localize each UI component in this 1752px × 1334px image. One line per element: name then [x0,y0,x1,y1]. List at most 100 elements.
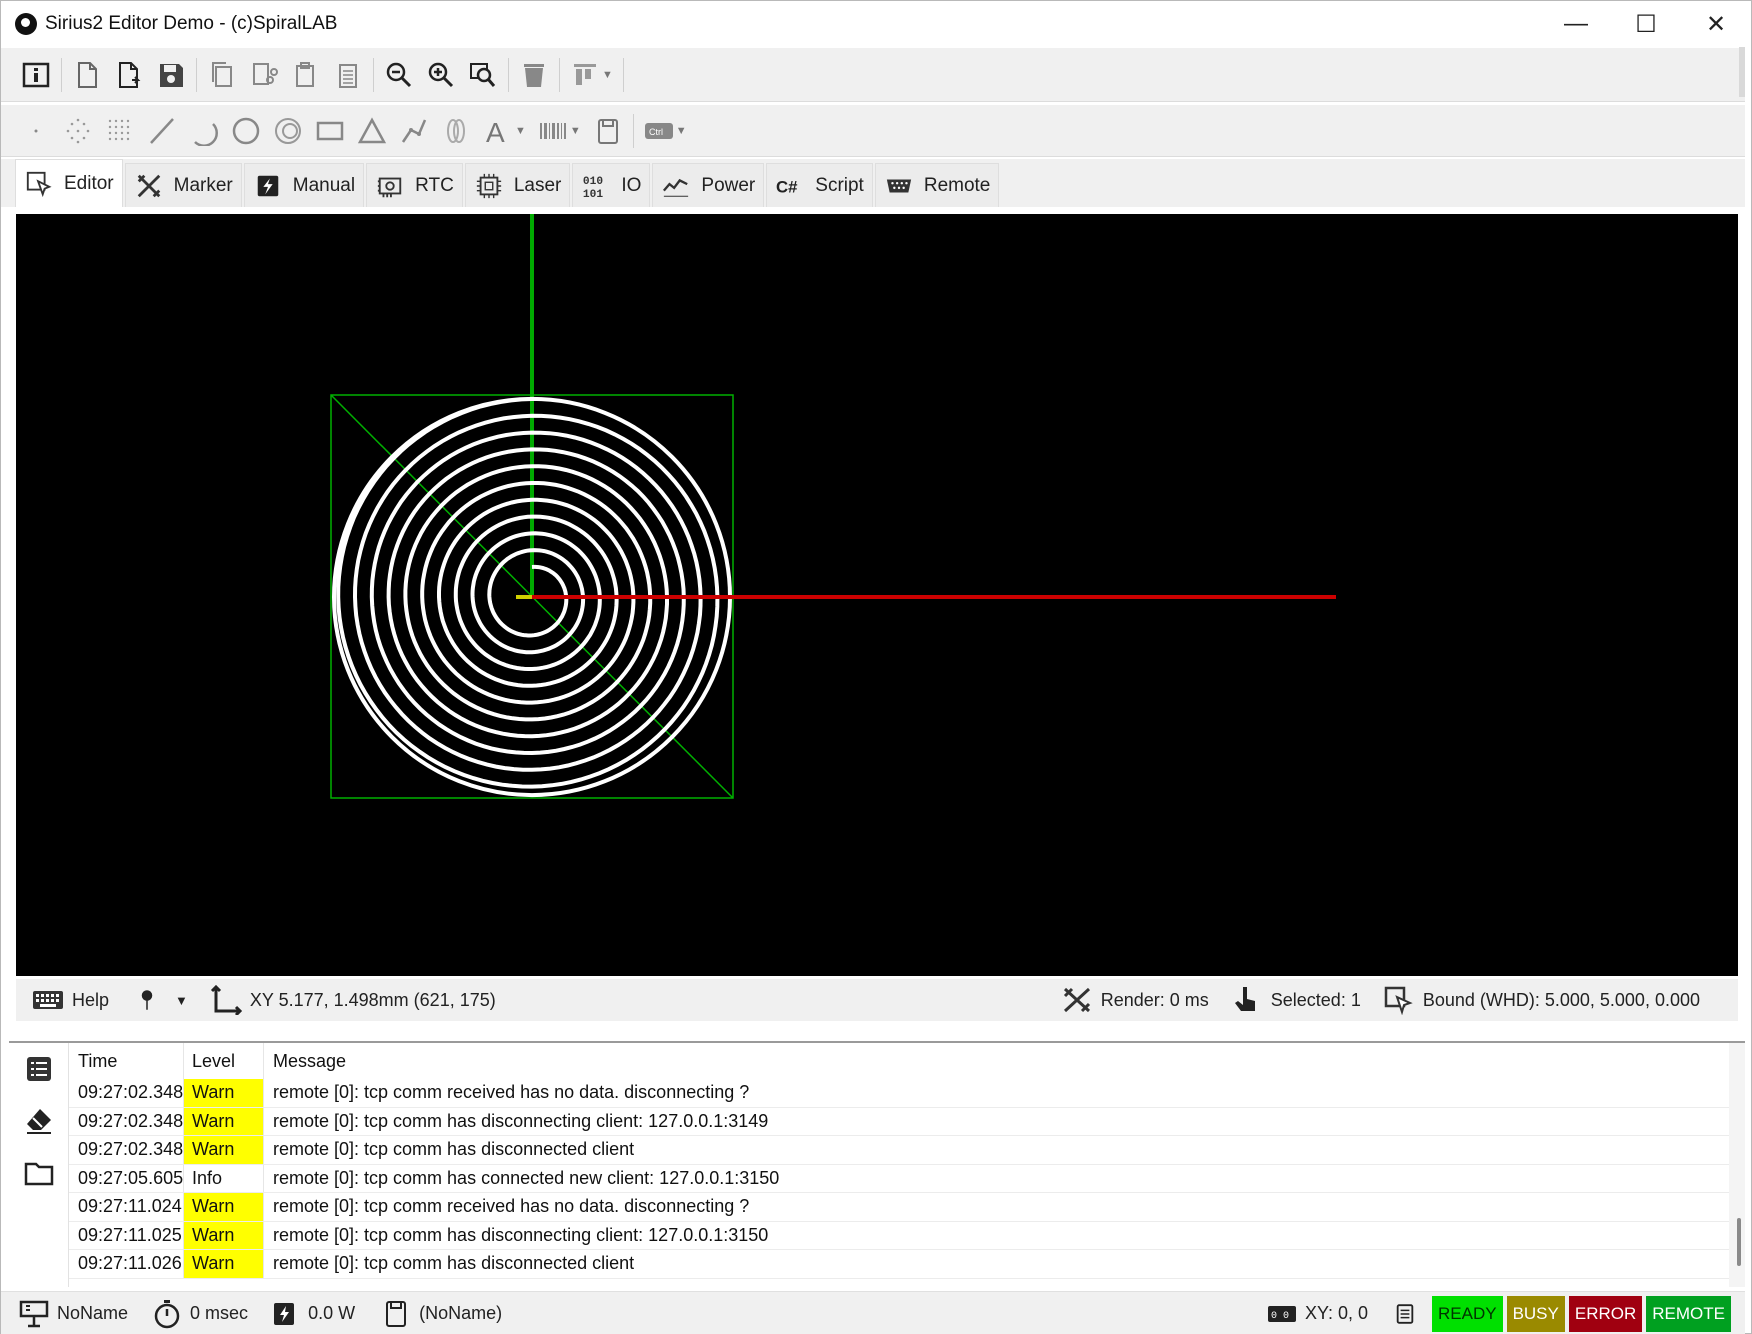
tab-marker[interactable]: Marker [124,163,242,207]
marker-icon [134,171,164,201]
log-level: Warn [183,1221,263,1249]
tab-script[interactable]: C# Script [766,163,873,207]
tab-label: IO [621,174,642,196]
polyline-icon[interactable] [393,111,435,151]
tab-laser[interactable]: Laser [464,163,571,207]
hand-pointer-icon [1234,987,1255,1011]
copy-icon[interactable] [201,55,243,95]
maximize-button[interactable]: ☐ [1611,1,1681,47]
log-time: 09:27:11.026 [78,1253,182,1274]
toolbar-overflow-scrollbar[interactable] [1739,47,1745,97]
info-icon[interactable] [15,55,57,95]
zoom-fit-icon[interactable] [462,55,504,95]
control-icon[interactable]: Ctrl [638,111,680,151]
minimize-button[interactable]: — [1541,1,1611,47]
table-row[interactable]: 09:27:02.348 Warn remote [0]: tcp comm h… [69,1136,1729,1165]
main-window: Sirius2 Editor Demo - (c)SpiralLAB — ☐ ✕… [0,0,1752,1334]
tab-label: Editor [64,172,114,194]
log-sidebar [9,1043,69,1287]
selected-text: Selected: 1 [1270,989,1361,1010]
window-title: Sirius2 Editor Demo - (c)SpiralLAB [45,13,338,34]
file-icon[interactable] [587,111,629,151]
tab-power[interactable]: Power [652,163,765,207]
circle-icon[interactable] [225,111,267,151]
tab-label: Manual [292,174,356,196]
log-time: 09:27:02.348 [78,1110,184,1131]
triangle-icon[interactable] [351,111,393,151]
log-folder-button[interactable] [9,1147,69,1199]
log-level: Warn [183,1193,263,1221]
text-icon[interactable]: A [477,111,519,151]
raster-icon[interactable] [99,111,141,151]
paste-icon[interactable] [285,55,327,95]
pin-button[interactable]: ▼ [135,979,188,1021]
busy-indicator: BUSY [1506,1295,1565,1332]
align-icon[interactable] [564,55,606,95]
point-icon[interactable] [15,111,57,151]
control-dropdown-icon[interactable]: ▼ [676,125,687,137]
bound-icon [1384,986,1413,1015]
laser-icon [474,171,504,201]
column-level[interactable]: Level [183,1043,263,1079]
log-level: Warn [183,1079,263,1107]
log-time: 09:27:02.348 [78,1139,184,1160]
log-level: Warn [183,1107,263,1135]
log-list-button[interactable] [9,1043,69,1095]
tab-rtc[interactable]: RTC [366,163,463,207]
zoom-in-icon[interactable] [420,55,462,95]
tab-label: Remote [923,174,991,196]
svg-text:Ctrl: Ctrl [649,127,663,137]
help-button[interactable]: Help [32,979,109,1021]
new-document-icon[interactable] [66,55,108,95]
spiral-icon[interactable] [267,111,309,151]
tab-io[interactable]: 010 101 IO [572,163,651,207]
xy-value: XY: 0, 0 [1304,1303,1368,1323]
barcode-icon[interactable] [532,111,574,151]
editor-canvas[interactable] [16,214,1738,976]
folder-icon [24,1162,54,1186]
svg-text:0 0: 0 0 [1271,1311,1289,1322]
table-row[interactable]: 09:27:02.348 Warn remote [0]: tcp comm h… [69,1107,1729,1136]
coordinate-text: XY 5.177, 1.498mm (621, 175) [249,989,496,1010]
power-bolt-icon [274,1302,295,1325]
tab-editor[interactable]: Editor [15,159,123,207]
text-dropdown-icon[interactable]: ▼ [515,125,526,137]
log-scroll-thumb[interactable] [1737,1218,1741,1266]
table-row[interactable]: 09:27:02.348 Warn remote [0]: tcp comm r… [69,1079,1729,1108]
rectangle-icon[interactable] [309,111,351,151]
tab-label: Laser [513,174,562,196]
help-label: Help [72,989,110,1010]
log-message: remote [0]: tcp comm has disconnected cl… [263,1136,634,1164]
column-message[interactable]: Message [263,1043,346,1079]
file-card-icon [386,1300,407,1327]
zoom-out-icon[interactable] [378,55,420,95]
log-clear-button[interactable] [9,1095,69,1147]
tab-remote[interactable]: Remote [874,163,1000,207]
table-row[interactable]: 09:27:11.026 Warn remote [0]: tcp comm h… [69,1250,1729,1279]
trepan-icon[interactable] [435,111,477,151]
line-icon[interactable] [141,111,183,151]
keyboard-icon [33,991,63,1009]
close-button[interactable]: ✕ [1681,1,1751,47]
pin-dropdown-icon[interactable]: ▼ [175,993,188,1008]
power-value: 0.0 W [308,1303,356,1323]
table-row[interactable]: 09:27:11.025 Warn remote [0]: tcp comm h… [69,1221,1729,1250]
table-row[interactable]: 09:27:05.605 Info remote [0]: tcp comm h… [69,1164,1729,1193]
table-row[interactable]: 09:27:11.024 Warn remote [0]: tcp comm r… [69,1193,1729,1222]
tab-manual[interactable]: Manual [243,163,365,207]
log-scrollbar[interactable] [1729,1043,1745,1287]
delete-icon[interactable] [513,55,555,95]
column-time[interactable]: Time [69,1051,183,1072]
barcode-dropdown-icon[interactable]: ▼ [570,125,581,137]
cut-icon[interactable] [243,55,285,95]
selected-display: Selected: 1 [1231,979,1361,1021]
log-view-button[interactable] [1394,1292,1424,1334]
paste-array-icon[interactable] [327,55,369,95]
log-level: Warn [183,1250,263,1278]
open-document-icon[interactable] [108,55,150,95]
save-icon[interactable] [150,55,192,95]
align-dropdown-icon[interactable]: ▼ [602,69,613,81]
tab-label: Power [701,174,756,196]
points-icon[interactable] [57,111,99,151]
arc-icon[interactable] [183,111,225,151]
